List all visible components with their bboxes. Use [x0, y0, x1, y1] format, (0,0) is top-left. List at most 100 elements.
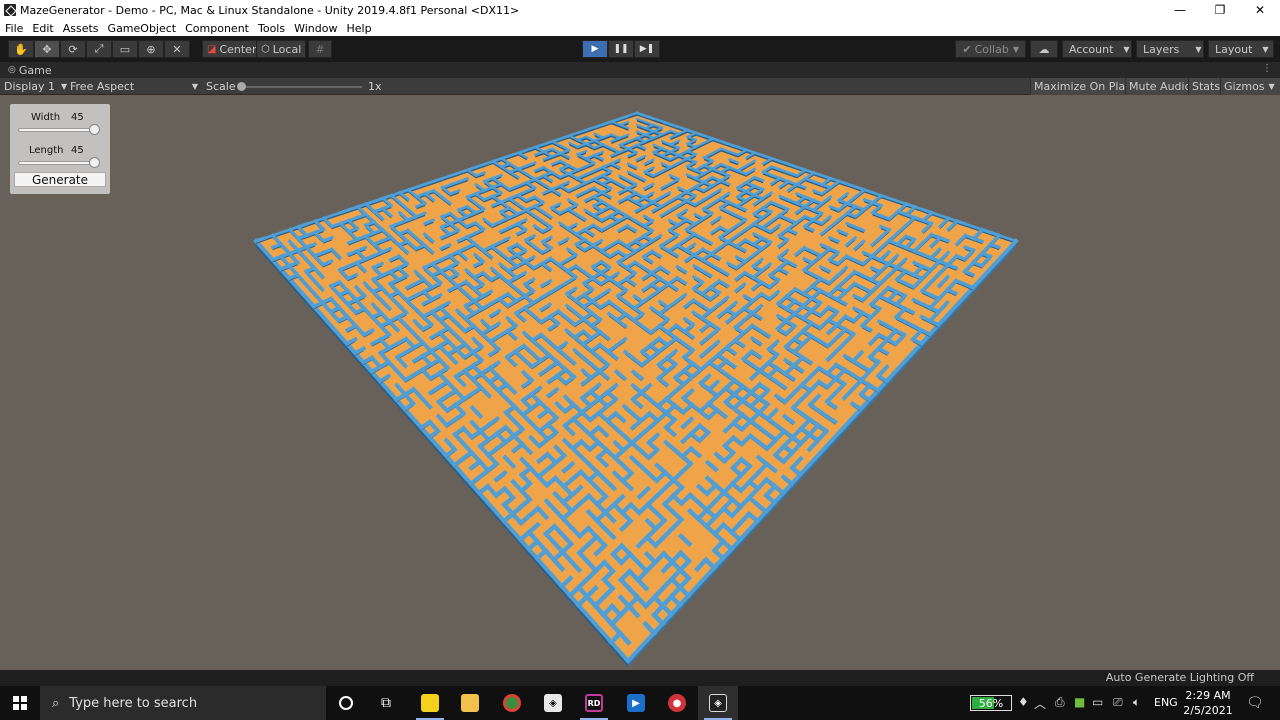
dropbox-icon[interactable]: ♦ — [1018, 695, 1029, 709]
width-slider[interactable] — [18, 128, 98, 132]
chevron-down-icon: ▼ — [1195, 44, 1202, 54]
main-toolbar: ✋ ✥ ⟳ ⤢ ▭ ⊕ ✕ ◪ Center ⬡ Local # ▶ ❚❚ ▶❚… — [0, 36, 1280, 62]
maximize-button[interactable]: ❐ — [1200, 0, 1240, 20]
menu-window[interactable]: Window — [294, 22, 337, 35]
menu-bar: File Edit Assets GameObject Component To… — [0, 20, 1280, 36]
transform-icon: ⊕ — [146, 42, 156, 56]
collab-button[interactable]: ✔ Collab ▼ — [955, 40, 1026, 58]
rect-tool-button[interactable]: ▭ — [112, 40, 138, 58]
step-button[interactable]: ▶❚ — [634, 40, 660, 58]
taskbar-chrome[interactable] — [492, 686, 532, 720]
media-player-icon: ▶ — [627, 694, 645, 712]
layout-label: Layout — [1215, 42, 1253, 56]
custom-tool-button[interactable]: ✕ — [164, 40, 190, 58]
taskbar-recorder[interactable]: ● — [657, 686, 697, 720]
aspect-dropdown[interactable]: Free Aspect ▼ — [70, 78, 200, 95]
cortana-button[interactable] — [326, 686, 366, 720]
move-icon: ✥ — [42, 42, 52, 56]
scale-slider-track[interactable] — [240, 86, 362, 88]
battery-indicator[interactable]: 56% — [970, 695, 1012, 711]
menu-gameobject[interactable]: GameObject — [108, 22, 177, 35]
width-label: Width — [31, 112, 61, 123]
move-tool-button[interactable]: ✥ — [34, 40, 60, 58]
menu-file[interactable]: File — [5, 22, 23, 35]
pivot-label: Center — [219, 42, 257, 56]
taskbar-search[interactable]: ⌕ Type here to search — [40, 686, 326, 720]
unity-icon: ◈ — [709, 694, 727, 712]
maximize-on-play-toggle[interactable]: Maximize On Play — [1030, 78, 1135, 95]
window-controls: — ❐ ✕ — [1160, 0, 1280, 20]
menu-component[interactable]: Component — [185, 22, 249, 35]
window-title: MazeGenerator - Demo - PC, Mac & Linux S… — [20, 3, 520, 17]
rider-icon: RD — [585, 694, 603, 712]
unity-hub-icon: ◈ — [544, 694, 562, 712]
menu-tools[interactable]: Tools — [258, 22, 285, 35]
power-icon[interactable]: ▭ — [1092, 695, 1103, 709]
taskbar-file-explorer[interactable] — [450, 686, 490, 720]
generate-button[interactable]: Generate — [14, 172, 106, 187]
stats-toggle[interactable]: Stats — [1188, 78, 1224, 95]
length-slider[interactable] — [18, 161, 98, 165]
menu-help[interactable]: Help — [346, 22, 371, 35]
menu-assets[interactable]: Assets — [63, 22, 99, 35]
layers-dropdown[interactable]: Layers ▼ — [1136, 40, 1204, 58]
network-icon[interactable]: ⎚ — [1113, 695, 1123, 710]
grid-snap-icon: # — [315, 42, 325, 56]
taskbar-sticky-notes[interactable] — [410, 686, 450, 720]
gizmos-dropdown[interactable]: Gizmos ▼ — [1220, 78, 1280, 95]
game-view-toolbar: Display 1 ▼ Free Aspect ▼ Scale 1x Maxim… — [0, 78, 1280, 95]
game-view[interactable] — [0, 95, 1280, 670]
transform-tool-button[interactable]: ⊕ — [138, 40, 164, 58]
mute-audio-toggle[interactable]: Mute Audio — [1125, 78, 1195, 95]
rect-icon: ▭ — [119, 42, 131, 56]
tab-menu-icon[interactable]: ⋮ — [1262, 63, 1272, 74]
length-slider-handle[interactable] — [89, 157, 100, 168]
width-value: 45 — [71, 112, 84, 123]
rotate-icon: ⟳ — [68, 42, 78, 56]
pause-icon: ❚❚ — [613, 44, 629, 54]
hand-icon: ✋ — [14, 42, 28, 56]
layout-dropdown[interactable]: Layout ▼ — [1208, 40, 1274, 58]
start-button[interactable] — [0, 686, 40, 720]
taskbar-rider[interactable]: RD — [574, 686, 614, 720]
notifications-icon[interactable]: 🗨︎ — [1246, 695, 1264, 711]
chevron-down-icon: ▼ — [1262, 44, 1269, 54]
aspect-label: Free Aspect — [70, 80, 135, 93]
maze-render — [253, 111, 1019, 667]
account-dropdown[interactable]: Account ▼ — [1062, 40, 1132, 58]
cloud-button[interactable]: ☁ — [1030, 40, 1058, 58]
hand-tool-button[interactable]: ✋ — [8, 40, 34, 58]
status-text: Auto Generate Lighting Off — [1105, 671, 1254, 684]
close-button[interactable]: ✕ — [1240, 0, 1280, 20]
pivot-local-toggle[interactable]: ⬡ Local — [256, 40, 307, 58]
chevron-up-icon[interactable]: ︿ — [1034, 695, 1046, 712]
nvidia-icon[interactable]: ■ — [1074, 695, 1085, 709]
scale-slider-handle[interactable] — [237, 82, 246, 91]
camera-icon[interactable]: ⎙ — [1055, 695, 1065, 710]
taskbar-media-player[interactable]: ▶ — [616, 686, 656, 720]
menu-edit[interactable]: Edit — [32, 22, 53, 35]
pause-button[interactable]: ❚❚ — [608, 40, 634, 58]
taskbar-unity-editor[interactable]: ◈ — [698, 686, 738, 720]
tab-game[interactable]: ◎ Game — [0, 64, 52, 77]
account-label: Account — [1069, 42, 1114, 56]
rotate-tool-button[interactable]: ⟳ — [60, 40, 86, 58]
taskbar-unity-hub[interactable]: ◈ — [533, 686, 573, 720]
pivot-center-toggle[interactable]: ◪ Center — [202, 40, 262, 58]
minimize-button[interactable]: — — [1160, 0, 1200, 20]
system-clock[interactable]: 2:29 AM 2/5/2021 — [1180, 688, 1236, 718]
chevron-down-icon: ▼ — [61, 82, 68, 91]
collab-label: Collab — [974, 42, 1009, 56]
language-indicator[interactable]: ENG — [1154, 696, 1178, 709]
volume-icon[interactable]: 🔈︎ — [1133, 695, 1140, 710]
right-toolbar: ✔ Collab ▼ ☁ Account ▼ Layers ▼ Layout ▼ — [955, 40, 1274, 58]
task-view-button[interactable]: ⧉ — [366, 686, 406, 720]
display-dropdown[interactable]: Display 1 ▼ — [4, 78, 67, 95]
play-button[interactable]: ▶ — [582, 40, 608, 58]
step-icon: ▶❚ — [639, 44, 655, 54]
width-slider-handle[interactable] — [89, 124, 100, 135]
clock-date: 2/5/2021 — [1183, 704, 1233, 717]
grid-snap-button[interactable]: # — [308, 40, 332, 58]
custom-tool-icon: ✕ — [172, 42, 182, 56]
scale-tool-button[interactable]: ⤢ — [86, 40, 112, 58]
